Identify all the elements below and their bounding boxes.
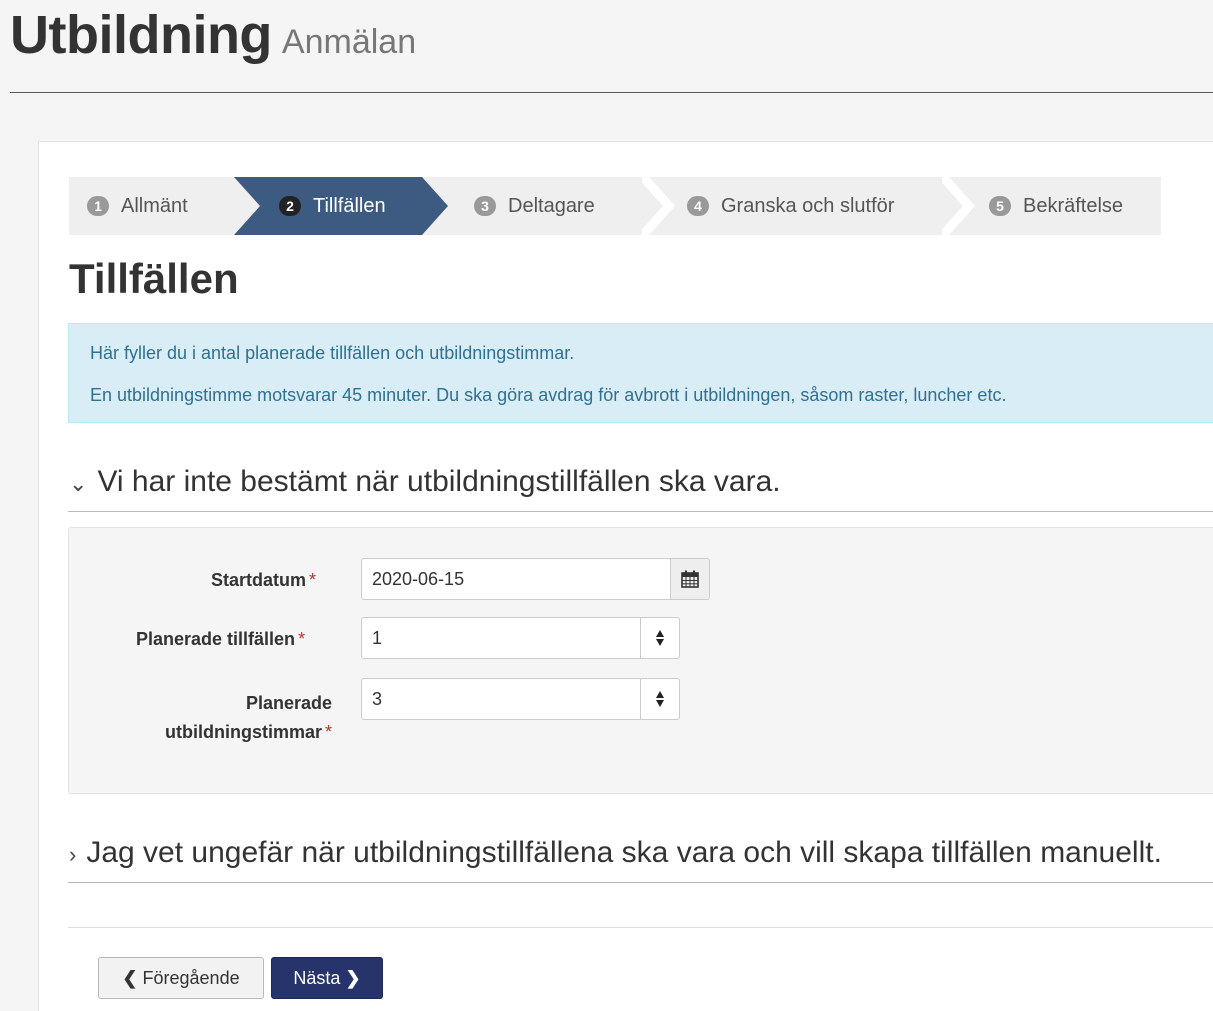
chevron-down-icon: ⌄	[69, 471, 88, 496]
arrow-down-icon[interactable]	[656, 700, 664, 707]
page-subtitle: Anmälan	[281, 23, 417, 61]
step-label: Tillfällen	[313, 194, 386, 217]
previous-label: Föregående	[142, 967, 240, 988]
timmar-stepper[interactable]	[640, 678, 680, 720]
step-granska[interactable]: 4 Granska och slutför	[687, 177, 894, 235]
info-line-1: Här fyller du i antal planerade tillfäll…	[90, 343, 575, 363]
tillfallen-input[interactable]	[361, 617, 641, 659]
step-label: Granska och slutför	[721, 194, 895, 217]
step-number: 3	[474, 196, 496, 216]
wizard-steps: 1 Allmänt 2 Tillfällen 3 Deltagare 4 Gra…	[69, 177, 1161, 235]
divider	[68, 511, 1213, 512]
required-marker: *	[298, 629, 306, 649]
arrow-up-icon[interactable]	[656, 691, 664, 698]
info-alert: Här fyller du i antal planerade tillfäll…	[68, 323, 1213, 423]
step-separator	[942, 177, 976, 235]
next-button[interactable]: Nästa ❯	[271, 957, 383, 999]
main-panel: 1 Allmänt 2 Tillfällen 3 Deltagare 4 Gra…	[38, 141, 1213, 1011]
tillfallen-stepper[interactable]	[640, 617, 680, 659]
tillfallen-label: Planerade tillfällen *	[136, 629, 306, 649]
arrow-down-icon[interactable]	[656, 639, 664, 646]
next-label: Nästa	[293, 967, 341, 988]
divider	[68, 927, 1213, 928]
timmar-label: Planerade utbildningstimmar *	[164, 693, 332, 742]
step-bekraftelse[interactable]: 5 Bekräftelse	[989, 177, 1123, 235]
chevron-left-icon: ❮	[122, 967, 138, 988]
step-number: 1	[87, 196, 109, 216]
timmar-input[interactable]	[361, 678, 641, 720]
chevron-right-icon: ›	[69, 842, 77, 867]
step-number: 2	[279, 196, 301, 216]
page-header: Utbildning Anmälan	[10, 4, 416, 66]
page-title: Utbildning	[10, 5, 272, 65]
form-well: Startdatum* Planerade tillfällen*	[68, 527, 1213, 794]
step-label: Bekräftelse	[1023, 194, 1124, 217]
section-title: Tillfällen	[69, 255, 239, 302]
accordion-title: Jag vet ungefär när utbildningstillfälle…	[86, 836, 1162, 869]
required-marker: *	[324, 722, 332, 742]
arrow-up-icon[interactable]	[656, 630, 664, 637]
accordion-not-decided[interactable]: ⌄ Vi har inte bestämt när utbildningstill…	[69, 465, 1213, 499]
startdatum-input[interactable]	[361, 558, 671, 600]
previous-button[interactable]: ❮ Föregående	[98, 957, 264, 999]
step-allmant[interactable]: 1 Allmänt	[87, 177, 188, 235]
accordion-title: Vi har inte bestämt när utbildningstillf…	[97, 465, 781, 498]
step-label: Deltagare	[508, 194, 595, 217]
calendar-button[interactable]	[670, 558, 710, 600]
step-deltagare[interactable]: 3 Deltagare	[474, 177, 595, 235]
startdatum-label: Startdatum *	[211, 570, 317, 590]
step-number: 5	[989, 196, 1011, 216]
info-line-2: En utbildningstimme motsvarar 45 minuter…	[90, 385, 1007, 405]
calendar-icon	[681, 570, 699, 588]
accordion-manual[interactable]: › Jag vet ungefär när utbildningstillfäll…	[69, 836, 1213, 870]
step-tillfallen[interactable]: 2 Tillfällen	[279, 177, 386, 235]
required-marker: *	[309, 570, 317, 590]
header-divider	[10, 92, 1213, 93]
divider	[68, 882, 1213, 883]
step-separator	[642, 177, 676, 235]
chevron-right-icon: ❯	[345, 967, 361, 988]
step-number: 4	[687, 196, 709, 216]
step-label: Allmänt	[121, 194, 188, 217]
